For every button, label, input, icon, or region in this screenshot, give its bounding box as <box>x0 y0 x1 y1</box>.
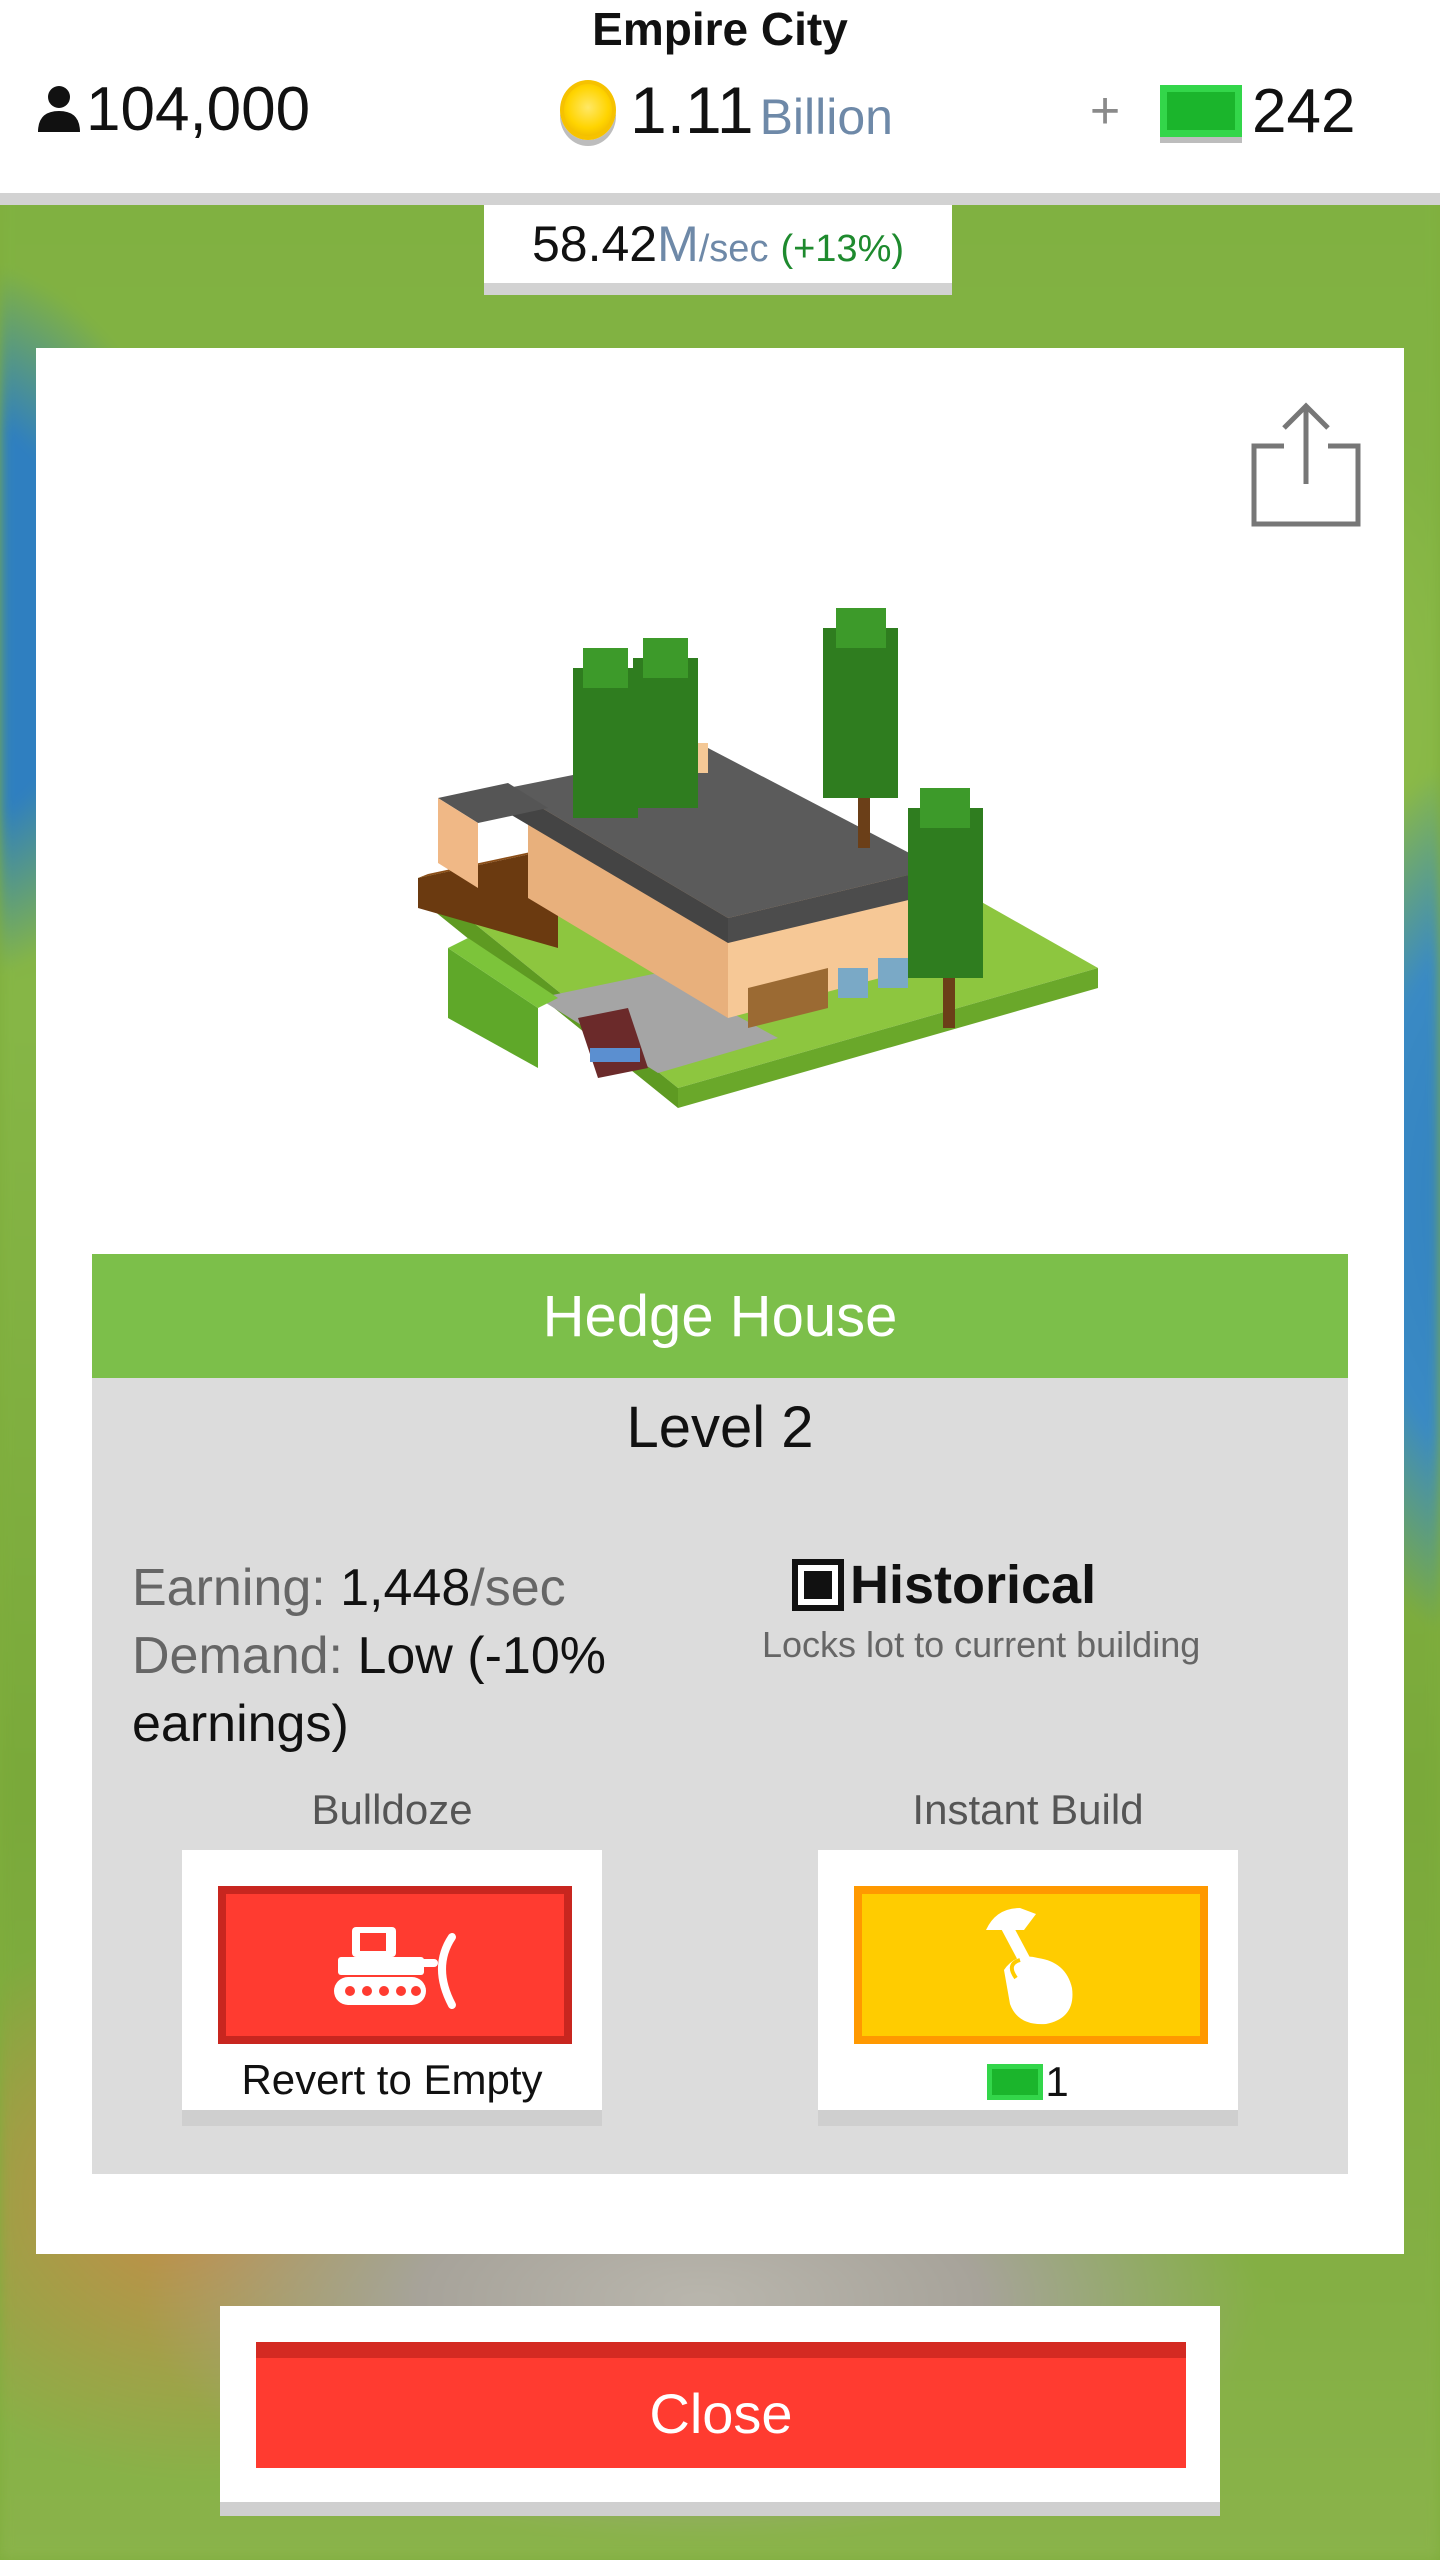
earning-row: Earning: 1,448/sec <box>132 1554 692 1622</box>
rate-change: (+13%) <box>780 227 905 270</box>
earning-unit: /sec <box>470 1559 566 1617</box>
cash-amount: 242 <box>1252 76 1356 146</box>
income-rate-tab: 58.42 M/sec (+13%) <box>484 205 952 295</box>
bulldoze-caption: Revert to Empty <box>241 2056 543 2103</box>
earning-value: 1,448 <box>340 1559 471 1617</box>
rate-unit: M <box>657 216 699 272</box>
bulldoze-button[interactable] <box>218 1886 572 2044</box>
coins-display: 1.11 Billion <box>560 70 893 150</box>
demand-row: Demand: Low (-10% earnings) <box>132 1622 692 1758</box>
city-name: Empire City <box>592 3 848 55</box>
add-cash-button[interactable]: + <box>1080 81 1130 141</box>
coins-unit: Billion <box>759 89 893 145</box>
person-icon <box>38 86 80 132</box>
demand-label: Demand: <box>132 1627 343 1685</box>
population-display: 104,000 <box>36 72 310 146</box>
historical-checkbox[interactable] <box>792 1559 844 1611</box>
top-hud: Empire City 104,000 1.11 Billion + 242 <box>0 0 1440 205</box>
instant-build-button[interactable] <box>854 1886 1208 2044</box>
historical-toggle[interactable]: Historical <box>792 1554 1322 1616</box>
instant-build-cost-value: 1 <box>1045 2058 1069 2105</box>
cash-bill-icon <box>1160 85 1242 137</box>
cash-display[interactable]: + 242 <box>1080 74 1356 148</box>
rate-per: /sec <box>698 227 769 270</box>
historical-label: Historical <box>850 1555 1097 1615</box>
coins-amount: 1.11 <box>630 73 754 147</box>
historical-description: Locks lot to current building <box>762 1624 1201 1665</box>
hammer-hand-icon <box>986 1908 1073 2025</box>
cash-bill-icon <box>987 2064 1044 2100</box>
coin-icon <box>560 80 616 140</box>
building-name: Hedge House <box>92 1254 1348 1378</box>
historical-option[interactable]: Historical Locks lot to current building <box>742 1554 1322 1666</box>
close-button[interactable]: Close <box>256 2342 1186 2468</box>
bulldoze-section: Bulldoze Revert to Empty <box>182 1786 602 2126</box>
instant-build-label: Instant Build <box>912 1786 1144 1833</box>
building-level: Level 2 <box>626 1395 814 1460</box>
bulldoze-box: Revert to Empty <box>182 1850 602 2126</box>
earning-label: Earning: <box>132 1559 326 1617</box>
building-stats: Earning: 1,448/sec Demand: Low (-10% ear… <box>132 1554 692 1758</box>
building-info-panel: Hedge House Level 2 Earning: 1,448/sec D… <box>92 1254 1348 2174</box>
instant-build-cost: 1 <box>818 2058 1238 2106</box>
share-icon[interactable] <box>1246 398 1366 528</box>
checkbox-fill <box>804 1571 832 1599</box>
building-card: Hedge House Level 2 Earning: 1,448/sec D… <box>36 348 1404 2254</box>
bulldozer-icon <box>334 1927 456 2009</box>
instant-build-section: Instant Build 1 <box>818 1786 1238 2126</box>
population-value: 104,000 <box>86 74 311 144</box>
instant-build-box: 1 <box>818 1850 1238 2126</box>
bulldoze-label: Bulldoze <box>311 1786 473 1833</box>
rate-value: 58.42 <box>531 216 658 272</box>
building-image <box>418 608 1098 1108</box>
close-section: Close <box>220 2306 1220 2516</box>
